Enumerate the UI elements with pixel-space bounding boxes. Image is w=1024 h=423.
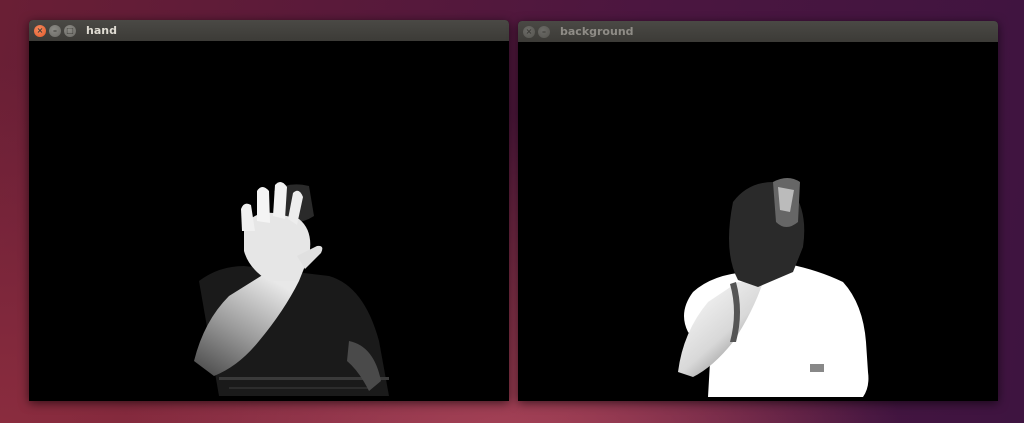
hand-window[interactable]: × – □ hand: [29, 20, 509, 401]
background-mask-image: [678, 178, 869, 397]
close-icon[interactable]: ×: [523, 25, 535, 38]
window-title: background: [560, 25, 634, 38]
window-title: hand: [86, 24, 117, 37]
background-window-titlebar[interactable]: × – background: [518, 21, 998, 42]
maximize-icon[interactable]: □: [64, 24, 76, 37]
close-icon[interactable]: ×: [34, 24, 46, 37]
minimize-icon[interactable]: –: [538, 25, 550, 38]
minimize-icon[interactable]: –: [49, 24, 61, 37]
hand-window-titlebar[interactable]: × – □ hand: [29, 20, 509, 41]
background-window[interactable]: × – background: [518, 21, 998, 401]
hand-mask-canvas: [29, 41, 509, 401]
hand-mask-image: [194, 181, 389, 396]
background-mask-canvas: [518, 42, 998, 401]
